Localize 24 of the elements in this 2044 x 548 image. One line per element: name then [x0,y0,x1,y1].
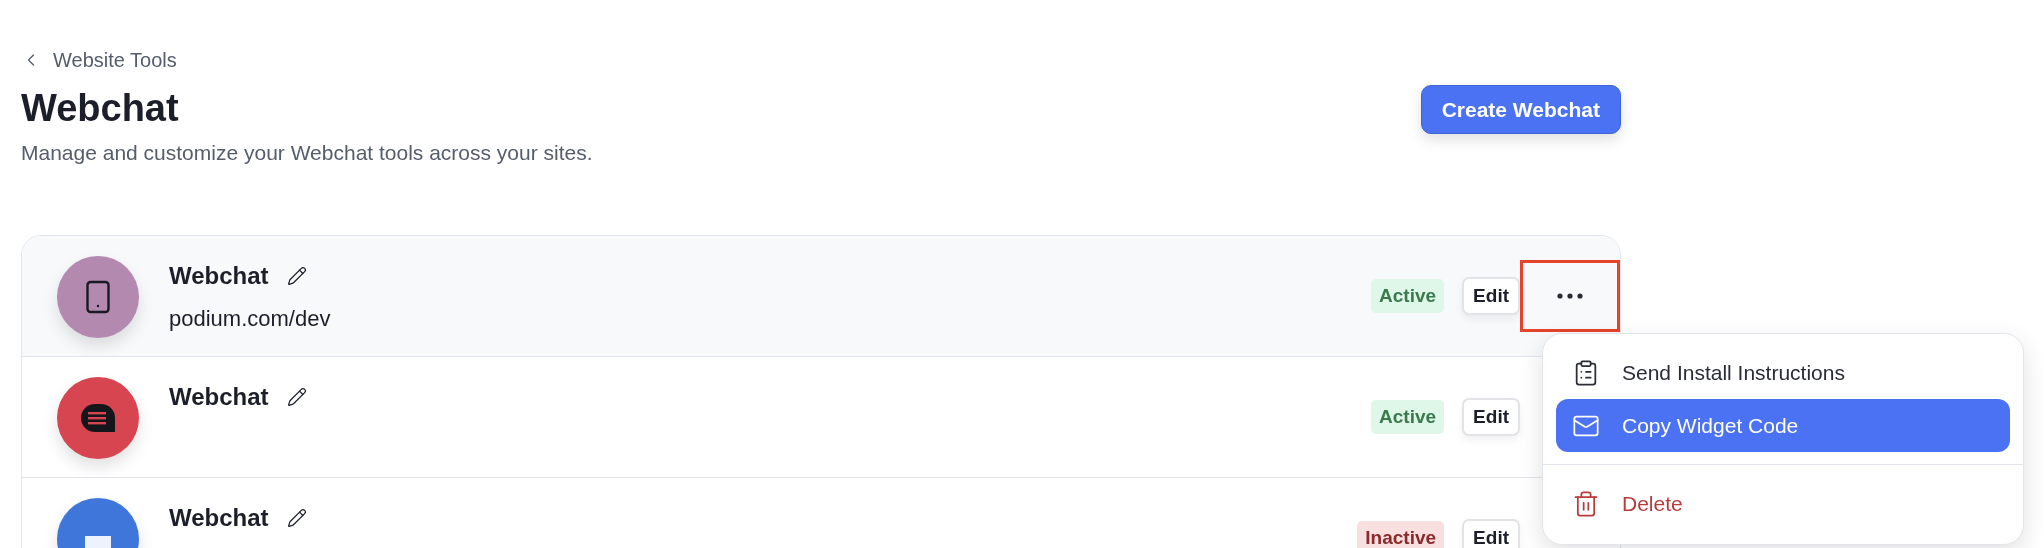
pencil-icon[interactable] [286,508,307,528]
page-title: Webchat [21,86,179,131]
webchat-name: Webchat [169,503,269,533]
menu-item[interactable]: Send Install Instructions [1556,346,2010,399]
status-badge: Active [1371,278,1445,314]
webchat-name: Webchat [169,382,269,412]
status-badge: Inactive [1357,520,1445,548]
more-button[interactable] [1520,260,1620,332]
edit-button[interactable]: Edit [1462,276,1520,316]
back-link[interactable]: Website Tools [21,45,177,75]
chat-bubble-icon [79,402,117,434]
status-badge: Active [1371,399,1445,435]
webchat-name: Webchat [169,261,269,291]
more-dots-icon [1557,293,1583,299]
trash-icon [1572,489,1600,518]
edit-button[interactable]: Edit [1462,518,1520,548]
pencil-icon[interactable] [286,266,307,286]
menu-item[interactable]: Copy Widget Code [1556,399,2010,452]
pencil-icon[interactable] [286,387,307,407]
create-webchat-button[interactable]: Create Webchat [1420,85,1621,134]
menu-item[interactable]: Delete [1556,477,2010,530]
webchat-url: podium.com/dev [169,305,331,333]
page-subtitle: Manage and customize your Webchat tools across your sites. [21,139,593,166]
edit-button[interactable]: Edit [1462,397,1520,437]
